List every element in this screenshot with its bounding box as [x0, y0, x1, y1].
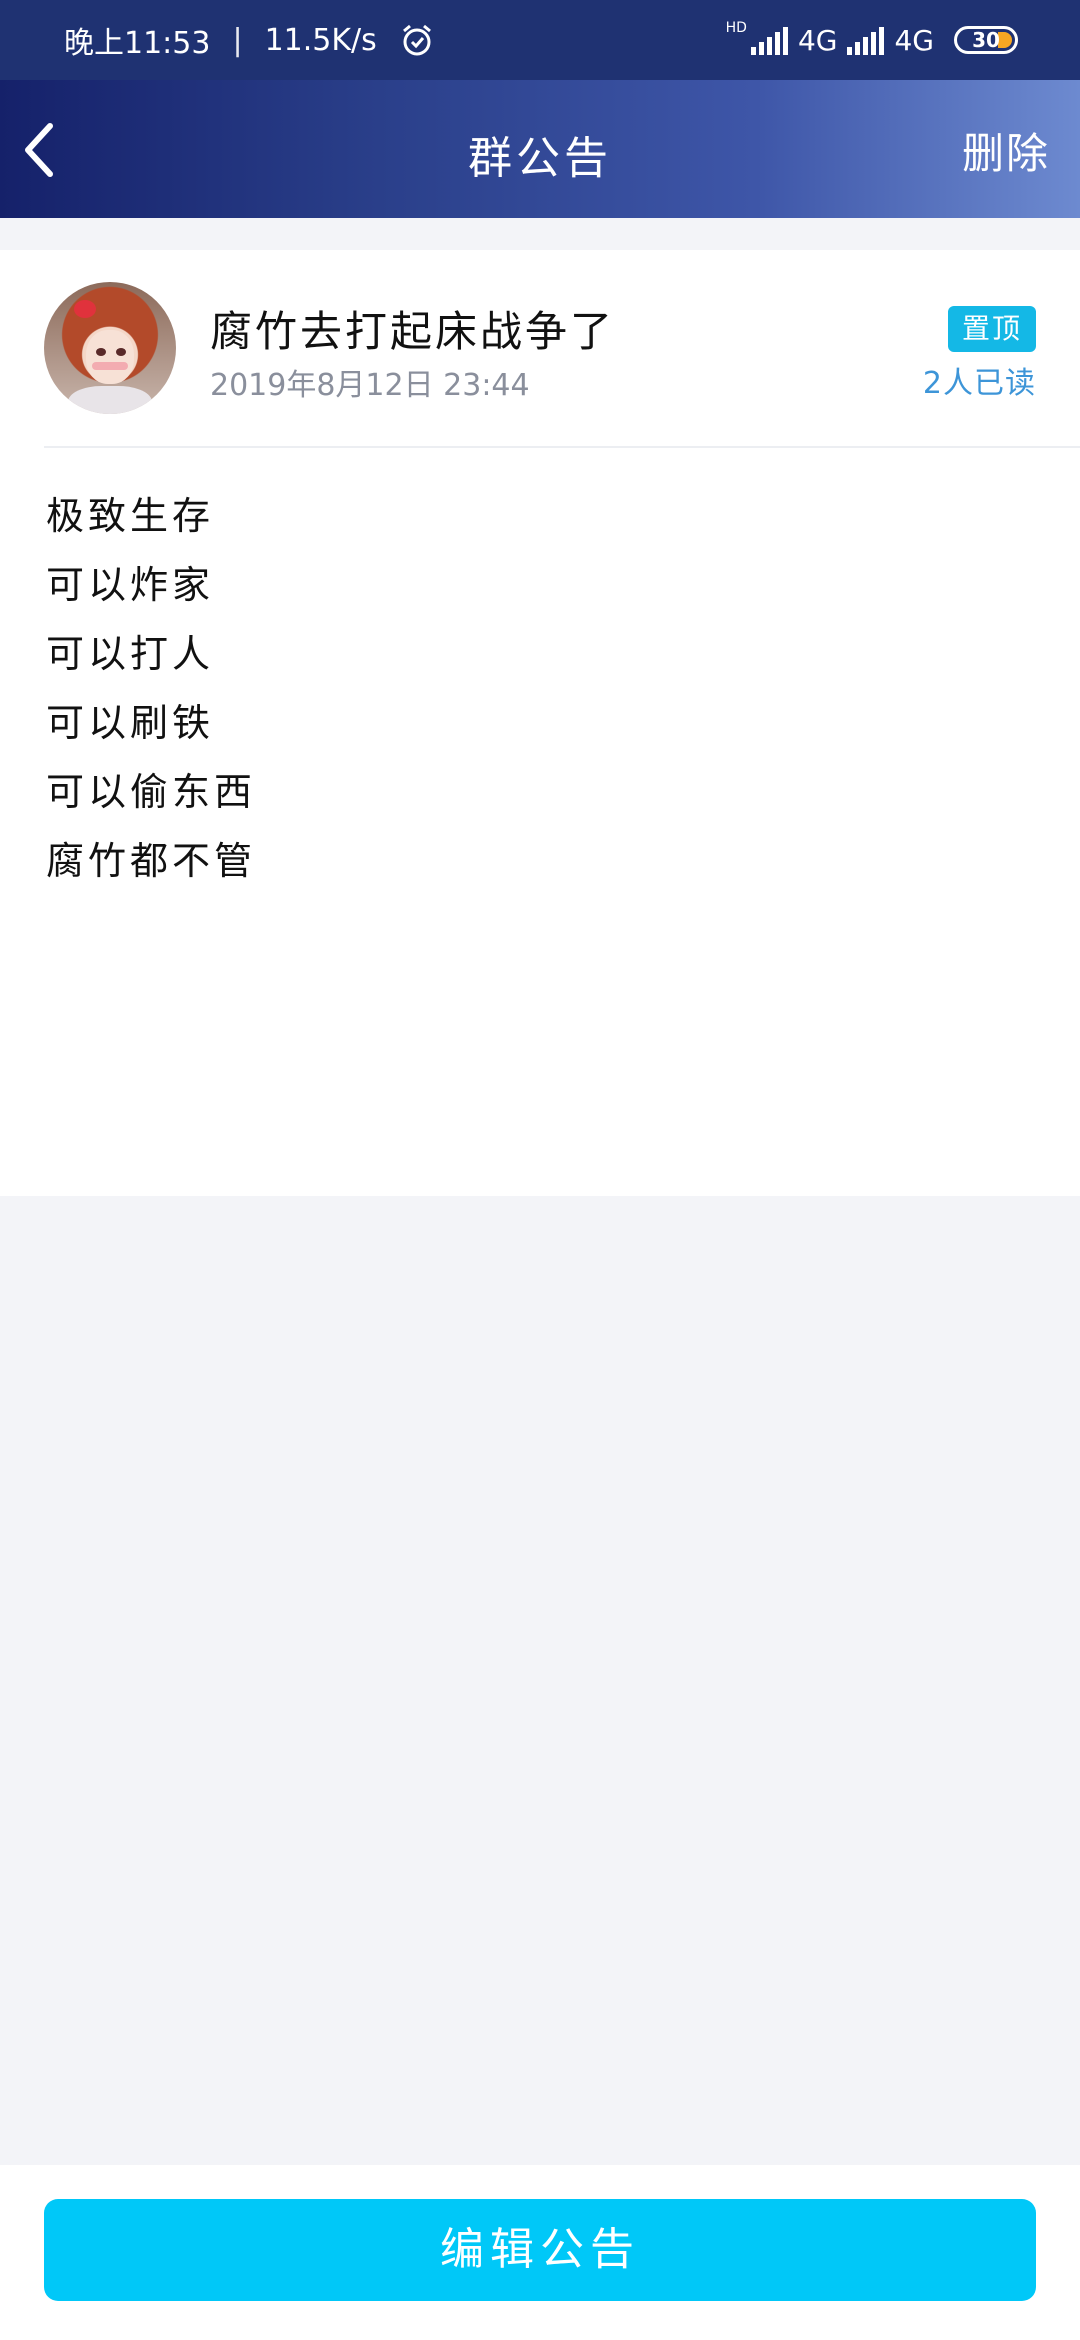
post-time: 2019年8月12日 23:44	[210, 368, 530, 403]
pinned-badge: 置顶	[948, 306, 1036, 352]
notice-line: 可以偷东西	[46, 770, 257, 814]
status-separator: |	[232, 22, 243, 58]
status-time: 晚上11:53	[64, 26, 211, 61]
notice-line: 极致生存	[46, 494, 215, 538]
notice-content: 极致生存 可以炸家 可以打人 可以刷铁 可以偷东西 腐竹都不管	[46, 482, 256, 896]
network-type-1: 4G	[797, 23, 838, 57]
bottom-bar: 编辑公告	[0, 2165, 1080, 2340]
battery-percent: 30	[972, 28, 1000, 52]
network-type-2: 4G	[894, 23, 934, 57]
delete-button[interactable]: 删除	[962, 120, 1050, 181]
status-right: HD 4G 4G 30	[726, 20, 1018, 57]
notice-card: 腐竹去打起床战争了 2019年8月12日 23:44 置顶 2人已读 极致生存 …	[0, 250, 1080, 1196]
signal-bars-icon	[847, 25, 885, 55]
battery-icon: 30	[954, 26, 1018, 54]
divider	[44, 446, 1080, 448]
hd-label: HD	[725, 20, 747, 36]
net-speed: 11.5K/s	[264, 22, 377, 58]
battery-level	[998, 32, 1012, 48]
signal-bars-icon	[750, 25, 788, 55]
alarm-clock-icon	[402, 24, 431, 56]
read-count-link[interactable]: 2人已读	[923, 358, 1036, 402]
notice-line: 腐竹都不管	[46, 839, 257, 883]
author-name: 腐竹去打起床战争了	[210, 307, 616, 356]
notice-line: 可以刷铁	[46, 701, 215, 745]
title-bar: 群公告 删除	[0, 80, 1080, 218]
edit-notice-button[interactable]: 编辑公告	[44, 2199, 1036, 2301]
status-left: 晚上11:53 | 11.5K/s	[64, 18, 435, 62]
avatar[interactable]	[44, 282, 176, 414]
notice-line: 可以炸家	[46, 563, 215, 607]
status-bar: 晚上11:53 | 11.5K/s HD 4G 4G 30	[0, 0, 1080, 80]
notice-line: 可以打人	[46, 632, 215, 676]
page-title: 群公告	[468, 133, 612, 184]
